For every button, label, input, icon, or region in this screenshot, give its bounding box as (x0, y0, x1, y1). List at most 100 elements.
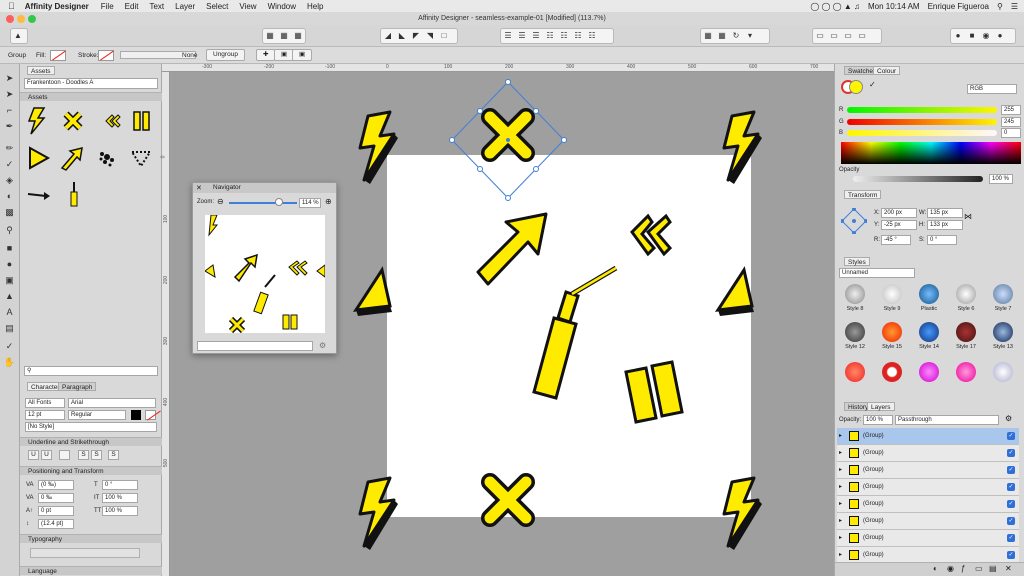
style-8[interactable]: Style 8 (837, 284, 873, 320)
leading-field[interactable]: (12.4 pt) (38, 519, 74, 529)
strikethrough-button[interactable]: S (78, 450, 89, 460)
zoom-field[interactable]: 114 % (299, 198, 321, 208)
close-icon[interactable]: ✕ (196, 184, 202, 192)
style-9[interactable]: Style 9 (874, 284, 910, 320)
style-12[interactable]: Style 12 (837, 322, 873, 358)
style-6[interactable]: Style 6 (948, 284, 984, 320)
layer-visibility-checkbox[interactable]: ✓ (1007, 432, 1015, 440)
layer-row[interactable]: ▸ (Group) ✓ (837, 547, 1019, 562)
double-underline-button[interactable]: U (41, 450, 52, 460)
triangle-left[interactable] (354, 268, 394, 318)
pencil-tool-icon[interactable]: ✏ (3, 142, 16, 155)
lightning-bolt-top-right[interactable] (722, 110, 764, 186)
menu-layer[interactable]: Layer (175, 2, 195, 11)
red-slider[interactable] (847, 107, 997, 113)
layer-row[interactable]: ▸ (Group) ✓ (837, 479, 1019, 496)
frame-text-icon[interactable]: ▤ (3, 322, 16, 335)
place-image-icon[interactable]: ▩ (3, 206, 16, 219)
asset-pause[interactable] (133, 111, 150, 131)
text-style-dropdown[interactable]: [No Style] (25, 422, 157, 432)
view-tool-icon[interactable]: ✋ (3, 356, 16, 369)
layer-visibility-checkbox[interactable]: ✓ (1007, 534, 1015, 542)
layer-row[interactable]: ▸ (Group) ✓ (837, 530, 1019, 547)
kerning-field[interactable]: (0 ‰) (38, 480, 74, 490)
lightning-bolt-bottom-left[interactable] (358, 476, 400, 552)
layer-visibility-checkbox[interactable]: ✓ (1007, 517, 1015, 525)
add-layer-icon[interactable]: ▭ (975, 564, 983, 573)
tab-assets[interactable]: Assets (27, 66, 55, 75)
node-tool-icon[interactable]: ➤ (3, 88, 16, 101)
cross-top[interactable] (490, 117, 526, 153)
menu-text[interactable]: Text (149, 2, 164, 11)
typography-buttons[interactable] (30, 548, 140, 558)
navigator-header[interactable]: ✕ Navigator (193, 183, 336, 193)
font-weight-dropdown[interactable]: Regular (68, 410, 126, 420)
asset-play-triangle[interactable] (29, 146, 51, 170)
underline-button[interactable]: U (28, 450, 39, 460)
rounded-rectangle-icon[interactable]: ▣ (3, 274, 16, 287)
menu-edit[interactable]: Edit (125, 2, 139, 11)
text-color-swatch[interactable] (131, 410, 141, 420)
stroke-swatch[interactable] (98, 50, 114, 61)
fill-tool-icon[interactable]: ◈ (3, 174, 16, 187)
fill-color-well[interactable] (849, 80, 863, 94)
style-pink[interactable] (948, 362, 984, 398)
asset-arrow[interactable] (60, 146, 83, 171)
pen-tool-icon[interactable]: ✒ (3, 120, 16, 133)
font-size-field[interactable]: 12 pt (25, 410, 65, 420)
baseline-field[interactable]: 0 pt (38, 506, 74, 516)
menu-select[interactable]: Select (206, 2, 228, 11)
transform-mode-button[interactable]: ▣ (292, 49, 313, 61)
style-plastic[interactable]: Plastic (911, 284, 947, 320)
menu-help[interactable]: Help (307, 2, 323, 11)
navigator-preview[interactable] (205, 215, 325, 333)
section-typography[interactable]: Typography (20, 534, 162, 543)
clock[interactable]: Mon 10:14 AM (868, 2, 920, 11)
menu-view[interactable]: View (239, 2, 256, 11)
selection-box[interactable] (449, 79, 567, 201)
strike-style-button[interactable]: S (108, 450, 119, 460)
transform-shear-field[interactable]: 0 ° (927, 235, 957, 245)
style-red[interactable] (837, 362, 873, 398)
transparency-tool-icon[interactable]: ◐ (3, 190, 16, 203)
close-window-button[interactable] (6, 15, 14, 23)
align-group[interactable]: ☰ ☰ ☰ ☷ ☷ ☷ ☷ (500, 28, 614, 44)
designer-persona-button[interactable]: ▲ (10, 28, 28, 44)
layer-opacity-field[interactable]: 100 % (863, 415, 893, 425)
assets-category-dropdown[interactable]: Frankentoon - Doodles A (24, 78, 158, 89)
transform-h-field[interactable]: 133 px (927, 220, 963, 230)
font-collection-dropdown[interactable]: All Fonts (25, 398, 65, 408)
layer-row[interactable]: ▸ (Group) ✓ (837, 428, 1019, 445)
layer-visibility-checkbox[interactable]: ✓ (1007, 449, 1015, 457)
assets-section-header[interactable]: Assets (20, 92, 162, 101)
style-15[interactable]: Style 15 (874, 322, 910, 358)
tab-paragraph[interactable]: Paragraph (58, 382, 97, 391)
cross-bottom[interactable] (490, 482, 526, 518)
move-tool-icon[interactable]: ➤ (3, 72, 16, 85)
search-icon[interactable]: ⚲ (997, 2, 1003, 11)
font-family-dropdown[interactable]: Arial (68, 398, 156, 408)
zoom-slider[interactable] (229, 202, 297, 204)
style-red-ring[interactable] (874, 362, 910, 398)
text-highlight-swatch[interactable] (145, 410, 156, 420)
transform-origin-button[interactable]: ✚ (256, 49, 276, 61)
section-language[interactable]: Language (20, 566, 162, 575)
settings-icon[interactable]: ⚙ (319, 341, 326, 350)
style-13[interactable]: Style 13 (985, 322, 1021, 358)
asset-dotted-triangle[interactable] (130, 151, 152, 168)
app-menu[interactable]: Affinity Designer (25, 2, 89, 11)
layer-row[interactable]: ▸ (Group) ✓ (837, 513, 1019, 530)
triangle-right[interactable] (716, 268, 756, 318)
corner-tool-icon[interactable]: ⌐ (3, 104, 16, 117)
mask-layer-icon[interactable]: ◐ (933, 564, 938, 573)
ungroup-button[interactable]: Ungroup (206, 49, 245, 61)
blend-mode-dropdown[interactable]: Passthrough (895, 415, 999, 425)
double-strikethrough-button[interactable]: S (91, 450, 102, 460)
add-group-icon[interactable]: ▤ (989, 564, 997, 573)
skew-field[interactable]: 0 ° (102, 480, 138, 490)
zoom-slider-thumb[interactable] (275, 198, 283, 206)
delete-layer-icon[interactable]: ✕ (1005, 564, 1012, 573)
adjustment-icon[interactable]: ◉ (947, 564, 954, 573)
strike-color-button[interactable] (59, 450, 70, 460)
layer-row[interactable]: ▸ (Group) ✓ (837, 496, 1019, 513)
